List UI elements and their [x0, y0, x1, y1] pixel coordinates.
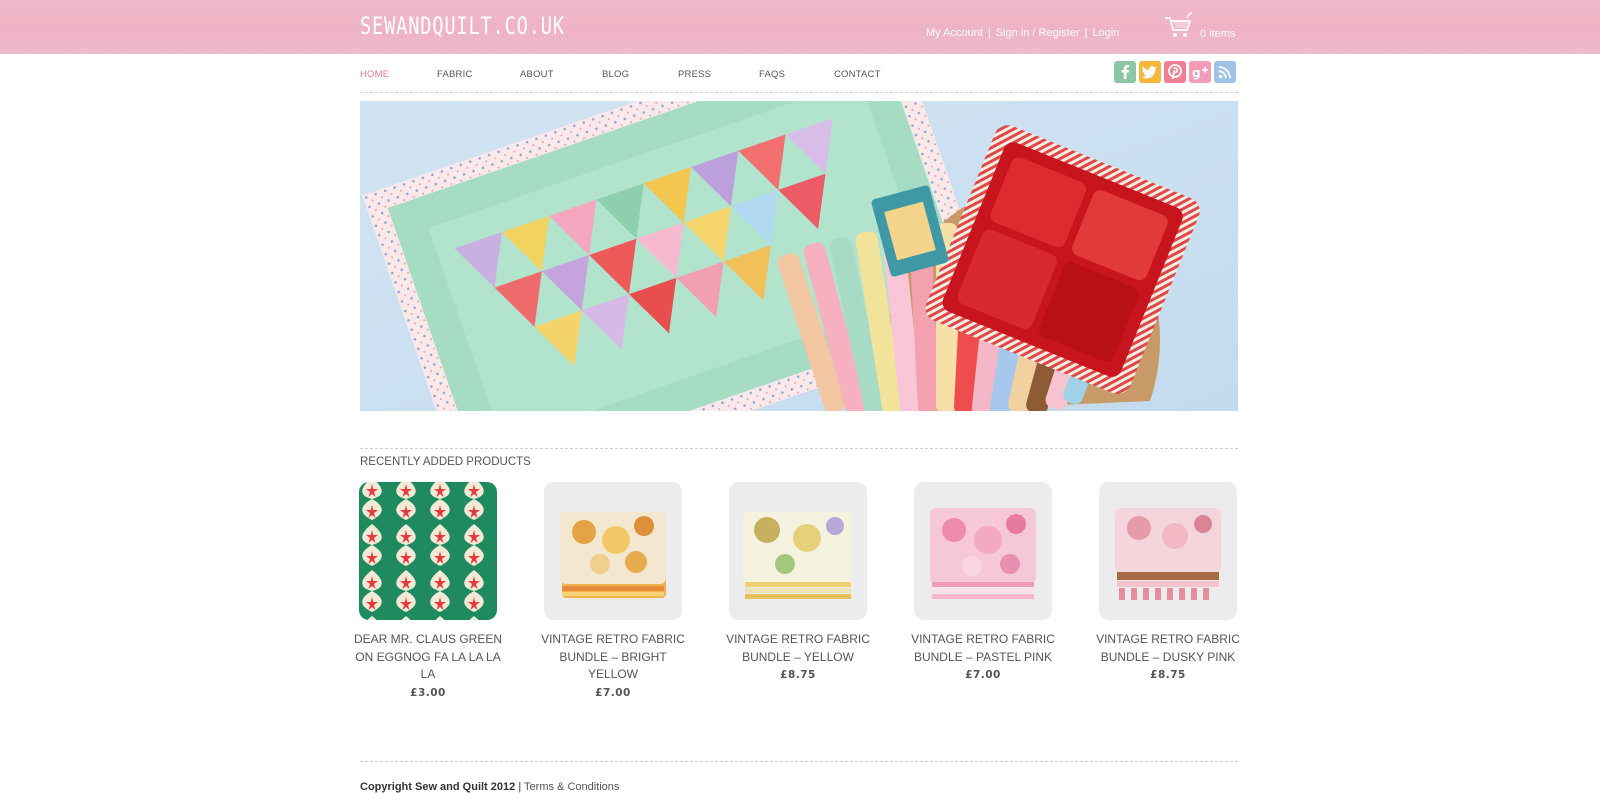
- nav-fabric[interactable]: FABRIC: [437, 69, 473, 80]
- product-price: £8.75: [1150, 669, 1186, 681]
- separator: |: [1084, 27, 1088, 39]
- login-link[interactable]: Login: [1092, 27, 1119, 39]
- product-image[interactable]: [1099, 482, 1237, 620]
- product-name[interactable]: DEAR MR. CLAUS GREEN ON EGGNOG FA LA LA …: [344, 631, 512, 684]
- product-image[interactable]: [544, 482, 682, 620]
- pinterest-icon[interactable]: [1164, 61, 1186, 83]
- google-plus-icon[interactable]: g: [1189, 61, 1211, 83]
- product-name[interactable]: VINTAGE RETRO FABRIC BUNDLE – YELLOW: [714, 631, 882, 666]
- footer: Copyright Sew and Quilt 2012 | Terms & C…: [360, 781, 619, 793]
- divider: [360, 448, 1238, 449]
- product-card[interactable]: DEAR MR. CLAUS GREEN ON EGGNOG FA LA LA …: [344, 482, 512, 699]
- header-torn-edge: [0, 46, 1600, 56]
- copyright-text: Copyright Sew and Quilt 2012: [360, 781, 516, 793]
- product-name[interactable]: VINTAGE RETRO FABRIC BUNDLE – DUSKY PINK: [1084, 631, 1252, 666]
- divider: [360, 761, 1238, 762]
- nav-faqs[interactable]: FAQS: [759, 69, 785, 80]
- product-card[interactable]: VINTAGE RETRO FABRIC BUNDLE – BRIGHT YEL…: [529, 482, 697, 699]
- product-price: £7.00: [595, 686, 631, 699]
- nav-home[interactable]: HOME: [360, 69, 389, 80]
- separator: |: [987, 27, 991, 39]
- nav-press[interactable]: PRESS: [678, 69, 711, 80]
- nav-about[interactable]: ABOUT: [520, 69, 554, 80]
- product-price: £7.00: [965, 669, 1001, 681]
- nav-blog[interactable]: BLOG: [602, 69, 629, 80]
- product-card[interactable]: VINTAGE RETRO FABRIC BUNDLE – PASTEL PIN…: [899, 482, 1067, 681]
- sign-in-register-link[interactable]: Sign in / Register: [996, 27, 1080, 39]
- product-card[interactable]: VINTAGE RETRO FABRIC BUNDLE – YELLOW £8.…: [714, 482, 882, 681]
- cart-icon[interactable]: [1163, 12, 1193, 40]
- cart-count[interactable]: 0 items: [1200, 28, 1235, 40]
- product-image[interactable]: [359, 482, 497, 620]
- svg-text:g: g: [1192, 66, 1201, 80]
- facebook-icon[interactable]: [1114, 61, 1136, 83]
- product-price: £3.00: [410, 686, 446, 699]
- product-image[interactable]: [914, 482, 1052, 620]
- product-price: £8.75: [780, 669, 816, 681]
- nav-contact[interactable]: CONTACT: [834, 69, 881, 80]
- site-logo[interactable]: SEWANDQUILT.CO.UK: [360, 12, 565, 40]
- product-name[interactable]: VINTAGE RETRO FABRIC BUNDLE – PASTEL PIN…: [899, 631, 1067, 666]
- product-image[interactable]: [729, 482, 867, 620]
- section-title: RECENTLY ADDED PRODUCTS: [360, 456, 531, 468]
- my-account-link[interactable]: My Account: [926, 27, 983, 39]
- main-nav: HOME FABRIC ABOUT BLOG PRESS FAQS CONTAC…: [360, 69, 1240, 85]
- terms-link[interactable]: Terms & Conditions: [524, 781, 619, 793]
- twitter-icon[interactable]: [1139, 61, 1161, 83]
- hero-banner-image[interactable]: [360, 101, 1238, 411]
- product-card[interactable]: VINTAGE RETRO FABRIC BUNDLE – DUSKY PINK…: [1084, 482, 1252, 681]
- account-links: My Account | Sign in / Register | Login: [926, 27, 1119, 39]
- divider: [360, 92, 1238, 93]
- rss-icon[interactable]: [1214, 61, 1236, 83]
- footer-separator: |: [518, 781, 522, 793]
- product-name[interactable]: VINTAGE RETRO FABRIC BUNDLE – BRIGHT YEL…: [529, 631, 697, 684]
